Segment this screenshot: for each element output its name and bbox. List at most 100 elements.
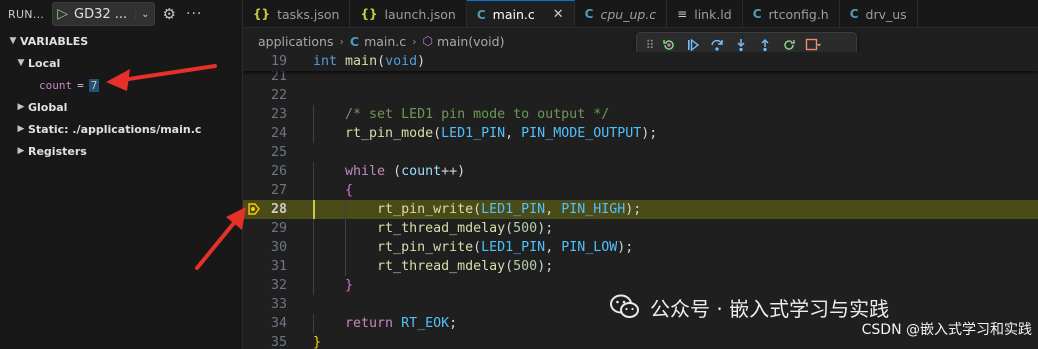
code-token: 500 [513,221,538,236]
current-execution-line[interactable]: 28 rt_pin_write(LED1_PIN, PIN_HIGH); [243,200,1038,219]
code-token: rt_pin_write [377,240,474,255]
chevron-right-icon[interactable]: ▶ [14,102,28,112]
code-token: ( [505,221,514,236]
gear-icon[interactable]: ⚙ [163,5,176,23]
code-line[interactable]: 31 rt_thread_mdelay(500); [243,257,1038,276]
c-file-icon: C [584,7,594,21]
tab-cpu-up-c[interactable]: Ccpu_up.c [575,0,668,27]
variables-title: VARIABLES [20,34,89,48]
code-token: ( [473,240,482,255]
code-line[interactable]: 24 rt_pin_mode(LED1_PIN, PIN_MODE_OUTPUT… [243,124,1038,143]
function-symbol-icon: ⬡ [422,34,434,48]
code-text: { [313,181,353,200]
line-number: 24 [270,126,287,141]
tab-link-ld[interactable]: ≡ link.ld [667,0,743,27]
code-token: ( [433,126,442,141]
breadcrumb: applications › C main.c › ⬡ main(void) [243,30,504,52]
breadcrumb-symbol[interactable]: main(void) [437,34,504,49]
code-token: PIN_HIGH [561,202,626,217]
scope-global[interactable]: ▶ Global [0,96,242,118]
tab-tasks-json[interactable]: {} tasks.json [243,0,351,27]
code-text: } [313,276,353,295]
code-token: ); [617,240,634,255]
tab-launch-json[interactable]: {} launch.json [350,0,467,27]
code-line[interactable]: 29 rt_thread_mdelay(500); [243,219,1038,238]
chevron-down-icon[interactable]: ▼ [14,58,28,68]
scope-registers[interactable]: ▶ Registers [0,140,242,162]
c-file-icon: C [752,7,762,21]
code-line[interactable]: 23 /* set LED1 pin mode to output */ [243,105,1038,124]
scope-static[interactable]: ▶ Static: ./applications/main.c [0,118,242,140]
line-number: 33 [270,297,287,312]
tab-label: main.c [492,7,535,22]
wechat-watermark: 公众号 · 嵌入式学习与实践 [610,290,889,324]
tab-label: tasks.json [277,6,340,22]
code-token: ); [641,126,658,141]
code-token: ) [417,54,426,69]
tab-label: cpu_up.c [600,6,657,22]
code-token: ( [473,202,482,217]
code-line[interactable]: 30 rt_pin_write(LED1_PIN, PIN_LOW); [243,238,1038,257]
tab-main-c[interactable]: Cmain.c ✕ [466,0,575,27]
chevron-down-icon[interactable]: ▼ [6,36,20,46]
code-token: while [345,164,386,179]
code-text: rt_pin_mode(LED1_PIN, PIN_MODE_OUTPUT); [313,124,657,143]
c-file-icon: C [476,7,486,22]
code-token: RT_EOK [401,316,450,331]
variable-name: count [39,78,73,92]
code-text: rt_thread_mdelay(500); [313,219,553,238]
launch-config-select[interactable]: ▷ GD32 ... ⌄ [52,2,155,26]
ellipsis-icon[interactable]: ··· [186,6,202,22]
chevron-right-icon[interactable]: ▶ [14,146,28,156]
variable-value[interactable]: 7 [88,78,100,92]
code-token: } [313,335,322,349]
play-icon[interactable]: ▷ [57,6,68,22]
code-token: /* set LED1 pin mode to output */ [345,107,610,122]
breadcrumb-folder[interactable]: applications [258,34,333,49]
close-icon[interactable]: ✕ [553,7,564,22]
scope-local-label: Local [28,56,61,70]
variables-section-header[interactable]: ▼ VARIABLES [0,30,242,52]
code-token: PIN_MODE_OUTPUT [521,126,642,141]
variable-row-count[interactable]: count = 7 [0,74,242,96]
chevron-right-icon: › [412,34,417,48]
scope-local[interactable]: ▼ Local [0,52,242,74]
code-line[interactable]: 26 while (count++) [243,162,1038,181]
code-text: while (count++) [313,162,465,181]
line-number: 35 [270,335,287,349]
launch-config-label[interactable]: GD32 ... [74,7,127,22]
code-line[interactable]: 27 { [243,181,1038,200]
debug-sidebar: RUN... ▷ GD32 ... ⌄ ⚙ ··· ▼ VARIABLES ▼ … [0,0,243,349]
tab-label: drv_us [865,6,907,22]
tab-rtconfig-h[interactable]: Crtconfig.h [743,0,840,27]
run-and-debug-bar: RUN... ▷ GD32 ... ⌄ ⚙ ··· [0,0,242,28]
scope-registers-label: Registers [28,144,87,158]
breadcrumb-file[interactable]: main.c [364,34,406,49]
code-token: LED1_PIN [481,202,546,217]
line-number: 26 [270,164,287,179]
chevron-down-icon[interactable]: ⌄ [135,8,150,20]
code-token: { [345,183,354,198]
scope-static-label: Static: ./applications/main.c [28,122,202,136]
code-token: ; [449,316,458,331]
sticky-scroll-line[interactable]: 19 int main(void) [243,52,1038,71]
stopped-breakpoint-icon[interactable] [247,202,261,216]
code-line[interactable]: 25 [243,143,1038,162]
code-token: LED1_PIN [441,126,506,141]
tab-drv-us[interactable]: Cdrv_us [840,0,918,27]
code-text: rt_thread_mdelay(500); [313,257,553,276]
text-file-icon: ≡ [677,7,688,21]
wechat-account-text: 公众号 · 嵌入式学习与实践 [650,296,890,321]
c-file-icon: C [349,33,360,49]
code-line[interactable]: 22 [243,86,1038,105]
chevron-right-icon[interactable]: ▶ [14,124,28,134]
json-file-icon: {} [253,7,271,21]
